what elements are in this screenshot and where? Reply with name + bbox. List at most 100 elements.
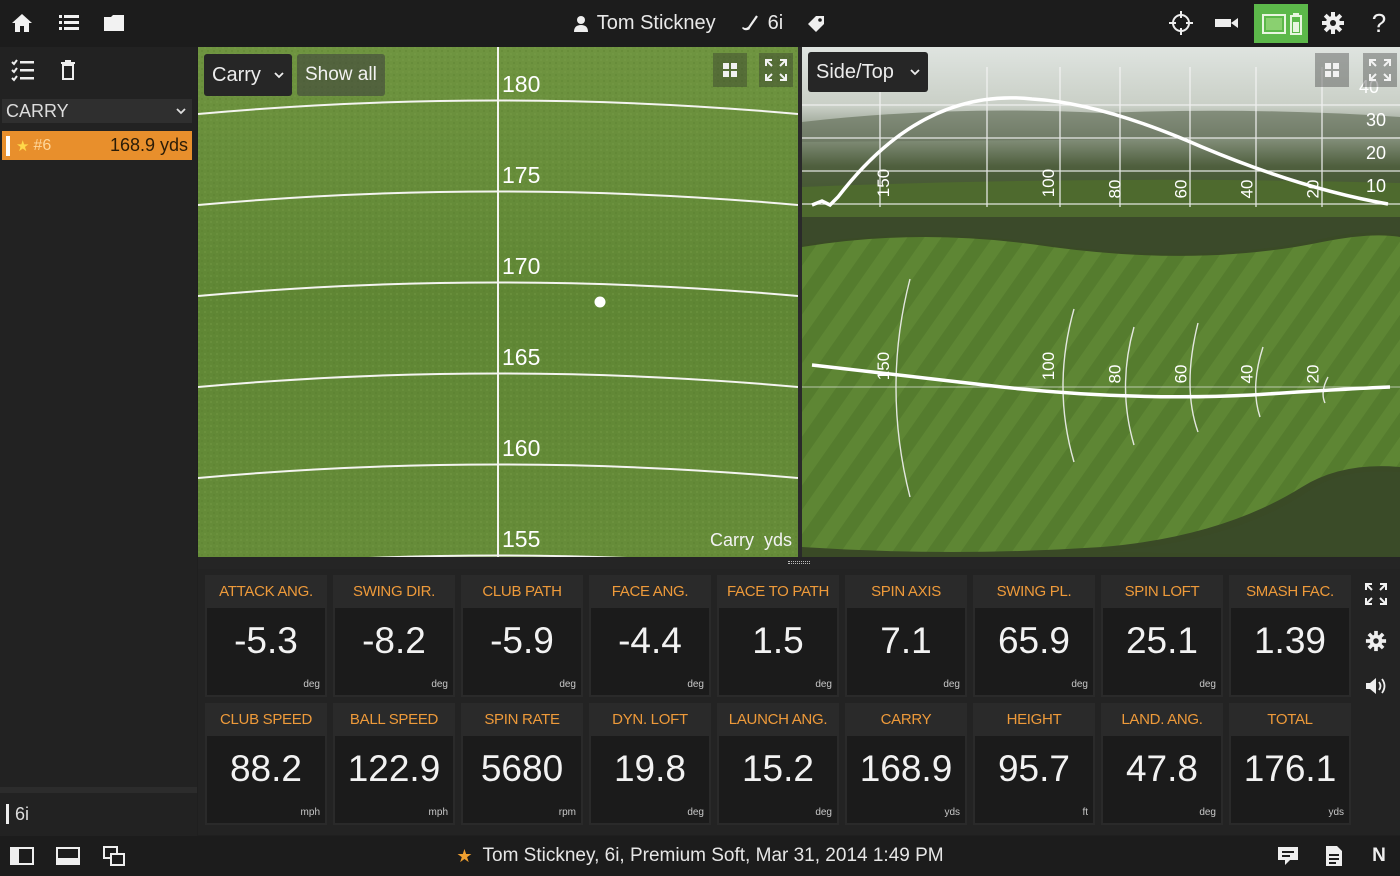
tile-value-box: 122.9 mph [335,736,453,823]
distance-label-155: 155 [502,526,541,552]
tile-ball-speed[interactable]: BALL SPEED 122.9 mph [333,703,455,825]
tile-value-box: 47.8 deg [1103,736,1221,823]
carry-mode-dropdown[interactable]: Carry [204,54,292,96]
tile-settings-icon[interactable] [1361,626,1391,656]
chevron-down-icon [176,107,186,114]
tile-attack-angle[interactable]: ATTACK ANG. -5.3 deg [205,575,327,697]
fullscreen-icon[interactable] [759,53,793,87]
tile-label: TOTAL [1267,710,1313,728]
tile-unit: deg [815,679,832,690]
tile-total[interactable]: TOTAL 176.1 yds [1229,703,1351,825]
tile-value-box: -8.2 deg [335,608,453,695]
tile-value: 168.9 [859,748,953,789]
tile-value: 65.9 [997,620,1070,661]
tag-button[interactable] [805,13,827,35]
n-mode-button[interactable]: N [1364,841,1394,871]
tile-unit: deg [1199,679,1216,690]
tile-launch-angle[interactable]: LAUNCH ANG. 15.2 deg [717,703,839,825]
tile-value-box: 5680 rpm [463,736,581,823]
tile-value-box: 65.9 deg [975,608,1093,695]
side-view[interactable]: 40 30 20 10 150 100 80 60 40 20 Side/Top [802,47,1400,217]
sort-metric-dropdown[interactable]: CARRY [2,99,192,123]
tile-dynamic-loft[interactable]: DYN. LOFT 19.8 deg [589,703,711,825]
fullscreen-icon[interactable] [1363,53,1397,87]
tile-value: 19.8 [613,748,686,789]
device-status-toggle[interactable] [1254,4,1308,43]
splitter-grip-icon[interactable] [788,561,810,564]
show-all-button[interactable]: Show all [297,54,385,96]
tile-unit: deg [1071,679,1088,690]
tile-label: FACE TO PATH [727,582,829,600]
tile-value-box: -4.4 deg [591,608,709,695]
top-distance-60: 60 [1171,364,1191,384]
tile-face-to-path[interactable]: FACE TO PATH 1.5 deg [717,575,839,697]
tile-unit: mph [428,807,448,818]
tile-carry[interactable]: CARRY 168.9 yds [845,703,967,825]
tile-label: CLUB PATH [482,582,562,600]
shot-number: #6 [33,136,52,154]
data-tiles-grid: ATTACK ANG. -5.3 deg SWING DIR. -8.2 deg C… [198,569,1352,835]
top-view[interactable]: 150 100 80 60 40 20 [802,217,1400,557]
distance-label-165: 165 [502,344,541,370]
tile-label: CARRY [880,710,932,728]
tile-unit: mph [300,807,320,818]
trash-icon[interactable] [53,55,83,85]
club-group-footer[interactable]: 6i [0,787,197,835]
selection-marker [6,135,10,156]
tile-landing-angle[interactable]: LAND. ANG. 47.8 deg [1101,703,1223,825]
tile-value: 25.1 [1125,620,1198,661]
fullscreen-icon[interactable] [1361,579,1391,609]
grid-layout-icon[interactable] [713,53,747,87]
chevron-down-icon [910,68,920,75]
shot-list-item[interactable]: ★ #6 168.9 yds [2,131,192,160]
grid-layout-icon[interactable] [1315,53,1349,87]
tile-height[interactable]: HEIGHT 95.7 ft [973,703,1095,825]
crosshair-icon[interactable] [1166,8,1196,38]
tile-spin-axis[interactable]: SPIN AXIS 7.1 deg [845,575,967,697]
help-icon[interactable]: ? [1364,8,1394,38]
home-icon[interactable] [7,8,37,38]
player-name: Tom Stickney [596,12,716,34]
panel-splitter[interactable] [198,557,1400,569]
comment-icon[interactable] [1273,841,1303,871]
speaker-icon[interactable] [1361,671,1391,701]
tile-club-speed[interactable]: CLUB SPEED 88.2 mph [205,703,327,825]
tile-face-angle[interactable]: FACE ANG. -4.4 deg [589,575,711,697]
player-selector[interactable]: Tom Stickney [573,12,716,35]
shot-list-panel: CARRY ★ #6 168.9 yds 6i [0,47,197,836]
tile-value: 5680 [480,748,564,789]
tile-spin-loft[interactable]: SPIN LOFT 25.1 deg [1101,575,1223,697]
side-distance-40: 40 [1237,179,1257,199]
document-icon[interactable] [1319,841,1349,871]
checklist-icon[interactable] [8,55,38,85]
chevron-down-icon [274,71,284,78]
tile-value-box: 88.2 mph [207,736,325,823]
folder-icon[interactable] [99,8,129,38]
tile-unit: yds [1328,807,1344,818]
shot-value: 168.9 yds [109,135,188,155]
camera-icon[interactable] [1212,8,1242,38]
settings-icon[interactable] [1318,8,1348,38]
status-bar: ★ Tom Stickney, 6i, Premium Soft, Mar 31… [0,836,1400,876]
club-icon [741,14,758,30]
tile-unit: yds [944,807,960,818]
tile-value-box: 1.39 [1231,608,1349,695]
tile-unit: deg [559,679,576,690]
tile-swing-plane[interactable]: SWING PL. 65.9 deg [973,575,1095,697]
top-distance-150: 150 [874,351,894,381]
tile-smash-factor[interactable]: SMASH FAC. 1.39 [1229,575,1351,697]
carry-view[interactable]: 180 175 170 165 160 155 Carry Show all C… [198,47,798,557]
tile-swing-direction[interactable]: SWING DIR. -8.2 deg [333,575,455,697]
club-selector[interactable]: 6i [740,12,783,35]
tile-value-box: -5.3 deg [207,608,325,695]
tile-value: 15.2 [741,748,814,789]
tile-value: 47.8 [1125,748,1198,789]
tile-spin-rate[interactable]: SPIN RATE 5680 rpm [461,703,583,825]
view-mode-dropdown[interactable]: Side/Top [808,52,928,92]
list-icon[interactable] [54,8,84,38]
side-distance-20: 20 [1303,179,1323,199]
view-mode-label: Side/Top [816,60,894,83]
tile-unit: ft [1082,807,1088,818]
tile-club-path[interactable]: CLUB PATH -5.9 deg [461,575,583,697]
sort-metric-label: CARRY [6,100,69,121]
